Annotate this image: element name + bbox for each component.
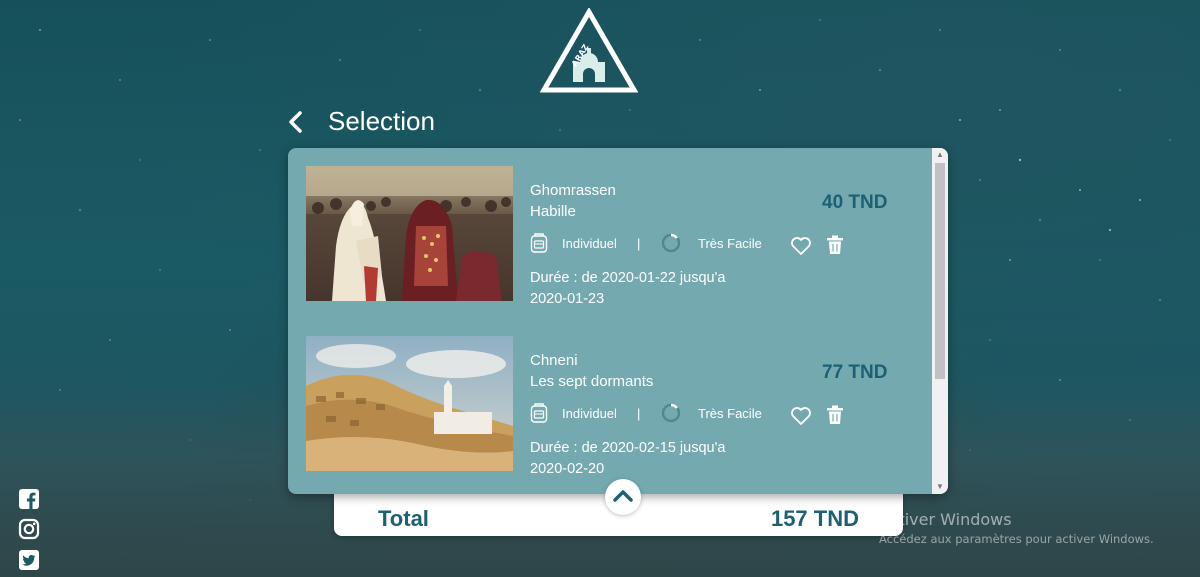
- backpack-icon: [530, 403, 548, 423]
- total-value: 157 TND: [770, 506, 859, 531]
- item-city: Ghomrassen: [530, 182, 616, 199]
- item-name: Les sept dormants: [530, 373, 654, 390]
- trash-icon[interactable]: [826, 405, 844, 425]
- facebook-icon[interactable]: [18, 488, 40, 510]
- item-city: Chneni: [530, 352, 578, 369]
- item-name: Habille: [530, 203, 576, 220]
- item-difficulty: Très Facile: [698, 236, 762, 251]
- total-label: Total: [378, 506, 429, 531]
- item-type: Individuel: [562, 236, 617, 251]
- list-item: Chneni Les sept dormants 77 TND Individu…: [306, 336, 926, 477]
- scroll-up-arrow-icon[interactable]: ▲: [932, 148, 948, 162]
- windows-activation-title: Activer Windows: [879, 510, 1012, 529]
- selection-list: Ghomrassen Habille 40 TND Individuel | T…: [288, 148, 948, 494]
- difficulty-gauge-icon: [661, 403, 681, 423]
- instagram-icon[interactable]: [18, 518, 40, 540]
- backpack-icon: [530, 233, 548, 253]
- trash-icon[interactable]: [826, 235, 844, 255]
- meta-separator: |: [637, 236, 641, 251]
- araz-logo: ARAZ: [540, 8, 638, 93]
- scroll-down-arrow-icon[interactable]: ▼: [932, 480, 948, 494]
- item-image-ghomrassen: [306, 166, 513, 301]
- item-price: 77 TND: [822, 362, 888, 383]
- page-title: Selection: [328, 106, 435, 136]
- windows-activation-subtitle: Accédez aux paramètres pour activer Wind…: [879, 532, 1154, 546]
- twitter-icon[interactable]: [18, 549, 40, 571]
- back-arrow-icon[interactable]: [283, 108, 311, 136]
- item-price: 40 TND: [822, 192, 888, 213]
- scrollbar[interactable]: ▲ ▼: [932, 148, 948, 494]
- item-meta: Individuel | Très Facile: [530, 232, 770, 254]
- list-item: Ghomrassen Habille 40 TND Individuel | T…: [306, 166, 926, 307]
- heart-icon[interactable]: [790, 236, 812, 256]
- scroll-to-top-button[interactable]: [605, 479, 641, 515]
- item-type: Individuel: [562, 406, 617, 421]
- meta-separator: |: [637, 406, 641, 421]
- item-difficulty: Très Facile: [698, 406, 762, 421]
- difficulty-gauge-icon: [661, 233, 681, 253]
- item-date: Durée : de 2020-02-15 jusqu'a 2020-02-20: [530, 440, 726, 477]
- item-date: Durée : de 2020-01-22 jusqu'a 2020-01-23: [530, 270, 726, 307]
- item-meta: Individuel | Très Facile: [530, 402, 770, 424]
- scroll-thumb[interactable]: [935, 163, 945, 379]
- heart-icon[interactable]: [790, 406, 812, 426]
- chevron-up-icon: [613, 490, 633, 502]
- item-image-chneni: [306, 336, 513, 471]
